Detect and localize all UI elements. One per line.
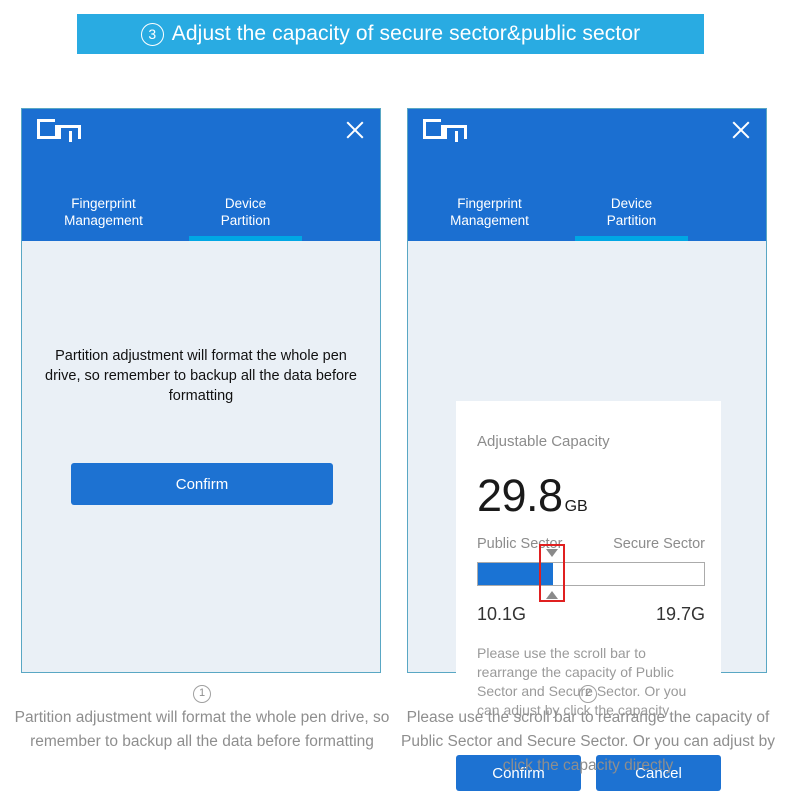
- slider-track[interactable]: [477, 562, 705, 586]
- left-window-body: Partition adjustment will format the who…: [22, 241, 380, 672]
- step-title-text: Adjust the capacity of secure sector&pub…: [171, 22, 641, 45]
- sector-label-row: Public Sector Secure Sector: [477, 536, 705, 552]
- caption-text: Please use the scroll bar to rearrange t…: [401, 708, 775, 774]
- total-capacity-number: 29.8: [477, 470, 563, 521]
- dm-logo-icon: [37, 119, 81, 142]
- logo-letter-m: [58, 125, 81, 142]
- tab-fingerprint-management[interactable]: Fingerprint Management: [40, 195, 167, 241]
- logo-letter-m: [444, 125, 467, 142]
- tab-label-line1: Device: [610, 196, 653, 211]
- tab-device-partition[interactable]: Device Partition: [189, 195, 302, 241]
- slider-fill-public: [478, 563, 554, 585]
- tab-label-line1: Fingerprint: [457, 196, 522, 211]
- partition-warning-text: Partition adjustment will format the who…: [45, 348, 357, 404]
- secure-sector-size[interactable]: 19.7G: [656, 604, 705, 625]
- logo-letter-d: [423, 119, 444, 139]
- tab-label-line1: Device: [224, 196, 267, 211]
- tab-device-partition[interactable]: Device Partition: [575, 195, 688, 241]
- caption-number-badge: 2: [579, 684, 597, 703]
- caption-number-badge: 1: [193, 684, 211, 703]
- tab-label-line2: Management: [450, 213, 529, 228]
- right-caption: 2 Please use the scroll bar to rearrange…: [398, 680, 778, 778]
- triangle-down-icon[interactable]: [546, 549, 559, 557]
- sector-size-row: 10.1G 19.7G: [477, 604, 705, 625]
- total-capacity-value: 29.8 GB: [477, 473, 588, 518]
- tab-label-line2: Management: [64, 213, 143, 228]
- left-caption: 1 Partition adjustment will format the w…: [12, 680, 392, 754]
- public-sector-size[interactable]: 10.1G: [477, 604, 526, 625]
- step-title-banner: 3 Adjust the capacity of secure sector&p…: [77, 14, 704, 54]
- close-icon[interactable]: [730, 119, 752, 141]
- left-window-header: Fingerprint Management Device Partition: [22, 109, 380, 241]
- capacity-slider[interactable]: [477, 544, 705, 602]
- tab-label-line2: Partition: [606, 213, 657, 228]
- right-tab-bar: Fingerprint Management Device Partition: [408, 195, 688, 241]
- triangle-up-icon[interactable]: [546, 591, 559, 599]
- secure-sector-label: Secure Sector: [613, 536, 705, 552]
- left-tab-bar: Fingerprint Management Device Partition: [22, 195, 302, 241]
- tab-label-line2: Partition: [220, 213, 271, 228]
- left-app-window: Fingerprint Management Device Partition …: [21, 108, 381, 673]
- tab-label-line1: Fingerprint: [71, 196, 136, 211]
- dm-logo-icon: [423, 119, 467, 142]
- capacity-card-heading: Adjustable Capacity: [477, 433, 610, 450]
- close-icon[interactable]: [344, 119, 366, 141]
- tab-fingerprint-management[interactable]: Fingerprint Management: [426, 195, 553, 241]
- step-number-badge: 3: [140, 22, 164, 46]
- right-app-window: Fingerprint Management Device Partition …: [407, 108, 767, 791]
- total-capacity-unit: GB: [564, 498, 588, 515]
- confirm-button[interactable]: Confirm: [71, 463, 333, 505]
- logo-letter-d: [37, 119, 58, 139]
- right-window-header: Fingerprint Management Device Partition: [408, 109, 766, 241]
- caption-text: Partition adjustment will format the who…: [14, 708, 390, 750]
- right-window-body: Adjustable Capacity 29.8 GB Public Secto…: [408, 241, 766, 791]
